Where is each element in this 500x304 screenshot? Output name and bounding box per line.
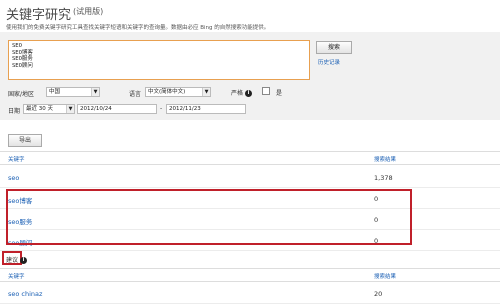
date-label: 日期	[8, 108, 21, 115]
date-from-input[interactable]: 2012/10/24	[77, 104, 157, 114]
result-count: 0	[374, 195, 379, 203]
result-keyword-link[interactable]: seo服务	[8, 216, 32, 226]
results-header: 关键字 搜索结果	[0, 151, 500, 165]
chevron-down-icon: ▼	[91, 88, 99, 96]
keywords-textarea[interactable]: SEO SEO博客 SEO服务 SEO顾问	[8, 40, 310, 80]
info-icon[interactable]: i	[244, 90, 252, 97]
history-link[interactable]: 历史记录	[318, 58, 340, 66]
page-description: 使用我们的免费关键字研究工具查找关键字短语和关键字的查询量。数据由必应 Bing…	[6, 25, 270, 31]
date-range-value: 最近 30 天	[26, 106, 53, 112]
country-value: 中国	[49, 89, 61, 95]
strict-option-label: 是	[276, 90, 283, 97]
col-count-header[interactable]: 搜索结果	[374, 155, 396, 163]
suggestions-label: 建议 i	[6, 255, 27, 264]
result-count: 0	[374, 237, 379, 245]
country-select[interactable]: 中国 ▼	[46, 87, 100, 97]
table-row: seo 1,378	[0, 168, 500, 188]
trial-badge: (试用版)	[73, 6, 104, 16]
table-row: seo服务 0	[0, 210, 500, 230]
date-to-input[interactable]: 2012/11/23	[166, 104, 246, 114]
country-label: 国家/地区	[8, 91, 35, 98]
date-range-select[interactable]: 最近 30 天 ▼	[23, 104, 75, 114]
result-keyword-link[interactable]: seo	[8, 174, 19, 182]
suggestion-keyword-link[interactable]: seo chinaz	[8, 290, 42, 298]
info-icon[interactable]: i	[19, 257, 27, 264]
keyword-line: SEO顾问	[12, 62, 33, 69]
search-button[interactable]: 搜索	[316, 41, 352, 54]
language-select[interactable]: 中文(简体中文) ▼	[145, 87, 211, 97]
result-count: 0	[374, 216, 379, 224]
language-label: 语言	[129, 91, 142, 98]
export-button[interactable]: 导出	[8, 134, 42, 147]
table-row: seo chinaz 20	[0, 284, 500, 304]
col-keyword-header[interactable]: 关键字	[8, 155, 25, 163]
strict-label: 严格 i	[231, 88, 252, 97]
table-row: seo顾问 0	[0, 231, 500, 251]
col-count-header[interactable]: 搜索结果	[374, 272, 396, 280]
table-row: seo博客 0	[0, 189, 500, 209]
page-title-text: 关键字研究	[6, 8, 72, 23]
result-keyword-link[interactable]: seo博客	[8, 195, 32, 205]
strict-label-text: 严格	[231, 90, 244, 97]
chevron-down-icon: ▼	[66, 105, 74, 113]
suggestions-label-text: 建议	[6, 257, 19, 264]
chevron-down-icon: ▼	[202, 88, 210, 96]
suggestion-count: 20	[374, 290, 383, 298]
date-separator: -	[160, 105, 163, 112]
col-keyword-header[interactable]: 关键字	[8, 272, 25, 280]
language-value: 中文(简体中文)	[148, 89, 186, 95]
page-title: 关键字研究 (试用版)	[6, 4, 103, 23]
result-keyword-link[interactable]: seo顾问	[8, 237, 32, 247]
result-count: 1,378	[374, 174, 393, 182]
suggestions-header: 关键字 搜索结果	[0, 268, 500, 282]
strict-checkbox[interactable]	[262, 87, 270, 95]
